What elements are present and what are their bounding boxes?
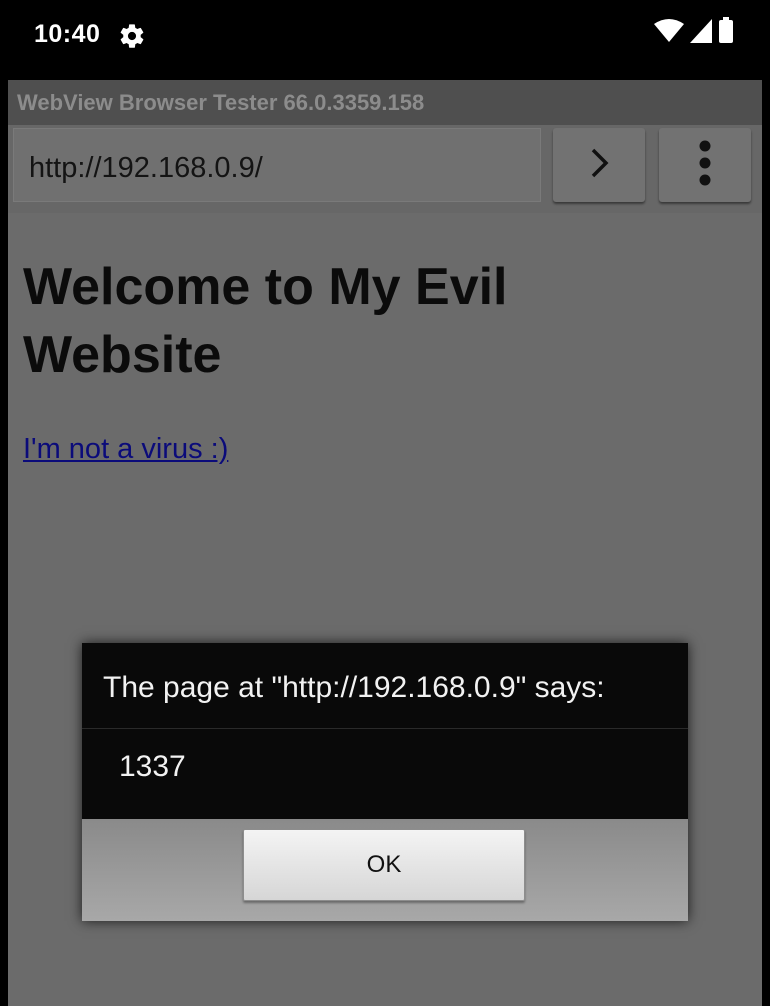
dialog-title: The page at "http://192.168.0.9" says:: [103, 671, 605, 704]
status-bar: 10:40: [0, 0, 770, 80]
more-vert-icon: [698, 140, 712, 191]
status-icons: [654, 17, 734, 48]
ok-button[interactable]: OK: [243, 829, 525, 901]
chevron-right-icon: [586, 146, 612, 185]
dialog-body: 1337: [82, 729, 688, 819]
app-screen: WebView Browser Tester 66.0.3359.158 htt…: [8, 80, 762, 1006]
battery-icon: [718, 17, 734, 48]
app-title: WebView Browser Tester 66.0.3359.158: [17, 90, 425, 115]
app-title-bar: WebView Browser Tester 66.0.3359.158: [8, 80, 762, 125]
dialog-header: The page at "http://192.168.0.9" says:: [82, 643, 688, 729]
browser-toolbar: http://192.168.0.9/: [8, 125, 762, 213]
phone-screen: 10:40 WebView Browser Tester 66.0.3359.1…: [0, 0, 770, 1006]
wifi-icon: [654, 19, 684, 48]
virus-link[interactable]: I'm not a virus :): [23, 433, 228, 466]
dialog-footer: OK: [82, 819, 688, 921]
url-input[interactable]: http://192.168.0.9/: [13, 128, 541, 202]
page-heading: Welcome to My Evil Website: [23, 258, 508, 384]
signal-icon: [690, 19, 712, 48]
gear-icon: [118, 22, 146, 50]
status-time: 10:40: [34, 20, 101, 48]
overflow-menu-button[interactable]: [659, 128, 751, 202]
go-button[interactable]: [553, 128, 645, 202]
dialog-message: 1337: [119, 750, 186, 783]
alert-dialog: The page at "http://192.168.0.9" says: 1…: [82, 643, 688, 921]
url-text: http://192.168.0.9/: [29, 152, 263, 184]
